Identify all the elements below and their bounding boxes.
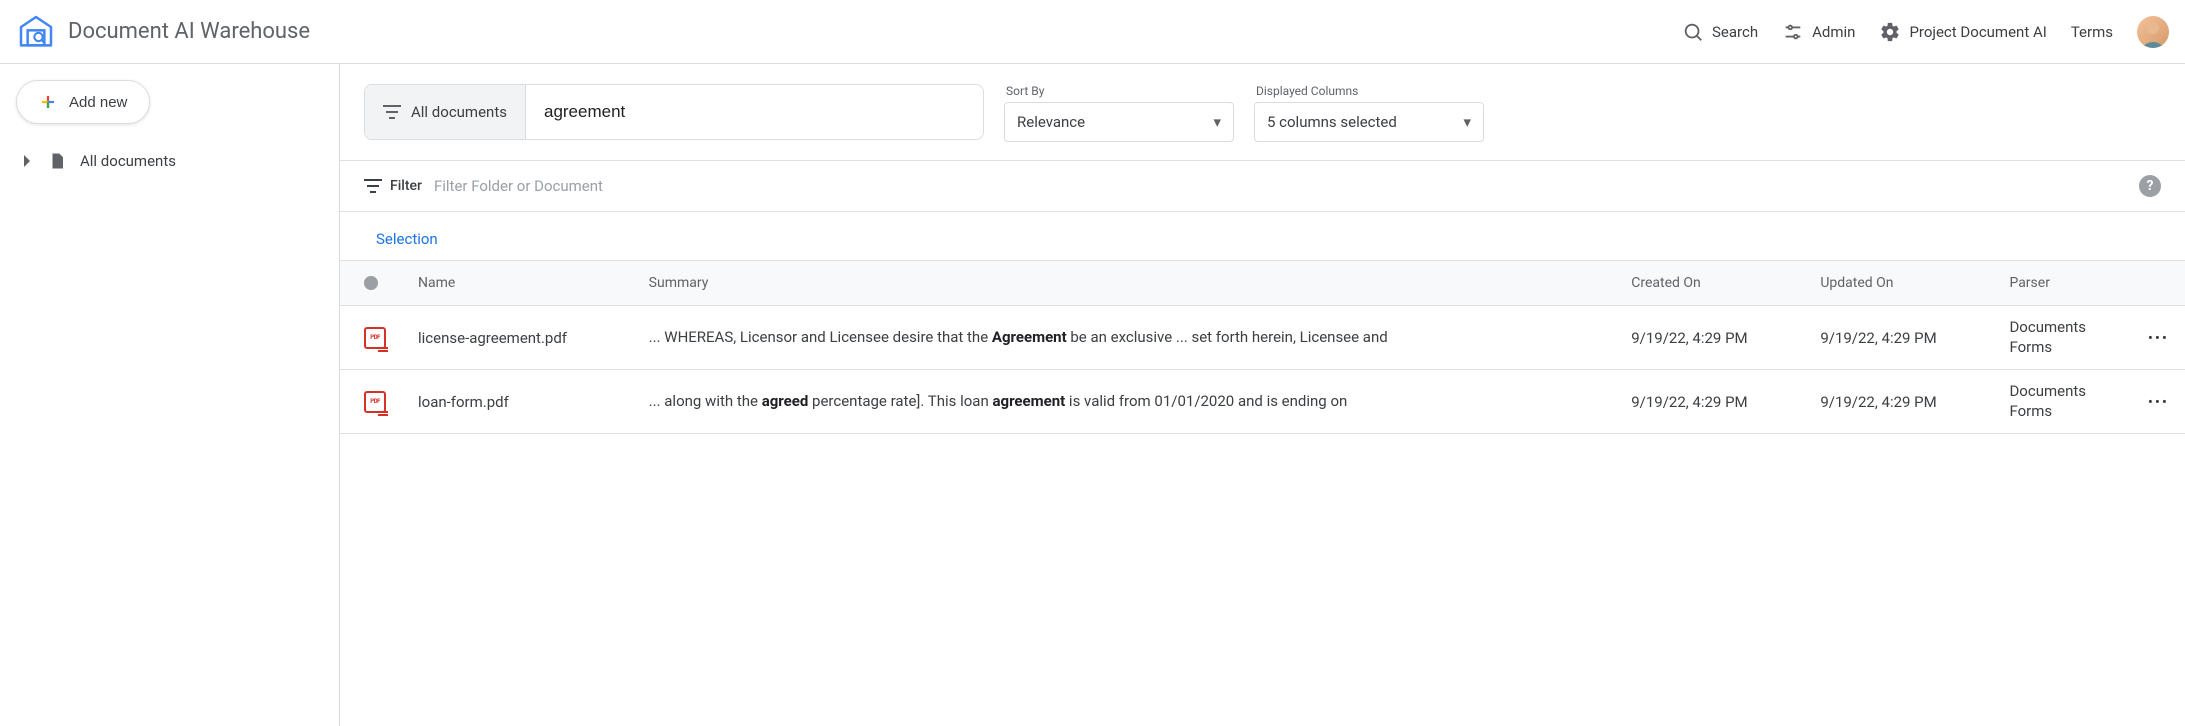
header-project-label: Project Document AI (1909, 23, 2046, 41)
search-scope-selector[interactable]: All documents (365, 85, 526, 139)
filter-toggle[interactable]: Filter (364, 178, 422, 194)
col-header-updated[interactable]: Updated On (1804, 261, 1993, 306)
file-name: loan-form.pdf (418, 393, 509, 411)
table-row[interactable]: license-agreement.pdf ... WHEREAS, Licen… (340, 306, 2185, 370)
app-header: Document AI Warehouse Search Admin Proj (0, 0, 2185, 64)
table-row[interactable]: loan-form.pdf ... along with the agreed … (340, 370, 2185, 434)
add-new-button[interactable]: Add new (16, 80, 150, 124)
updated-on: 9/19/22, 4:29 PM (1804, 306, 1993, 370)
summary-text: ... along with the agreed percentage rat… (649, 391, 1600, 412)
sidebar: Add new All documents (0, 64, 340, 726)
more-icon: ••• (2148, 393, 2169, 411)
col-header-parser[interactable]: Parser (1993, 261, 2131, 306)
columns-label: Displayed Columns (1254, 84, 1484, 98)
header-admin-button[interactable]: Admin (1782, 21, 1855, 43)
row-actions-menu[interactable]: ••• (2132, 370, 2185, 434)
app-logo-icon (16, 12, 56, 52)
header-terms-link[interactable]: Terms (2071, 23, 2113, 41)
updated-on: 9/19/22, 4:29 PM (1804, 370, 1993, 434)
pdf-icon (364, 391, 386, 413)
columns-value: 5 columns selected (1267, 113, 1397, 131)
help-icon[interactable]: ? (2139, 175, 2161, 197)
sidebar-item-label: All documents (80, 152, 176, 170)
select-all-toggle[interactable] (364, 276, 386, 290)
chevron-right-icon (22, 155, 34, 167)
filter-placeholder[interactable]: Filter Folder or Document (434, 177, 603, 195)
filter-list-icon (383, 105, 401, 119)
add-new-label: Add new (69, 94, 127, 111)
more-icon: ••• (2148, 329, 2169, 347)
row-actions-menu[interactable]: ••• (2132, 306, 2185, 370)
tab-selection[interactable]: Selection (364, 222, 450, 260)
header-search-button[interactable]: Search (1682, 21, 1758, 43)
created-on: 9/19/22, 4:29 PM (1615, 370, 1804, 434)
user-avatar[interactable] (2137, 16, 2169, 48)
col-header-created[interactable]: Created On (1615, 261, 1804, 306)
logo-block: Document AI Warehouse (16, 12, 310, 52)
tune-icon (1782, 21, 1804, 43)
filter-label-text: Filter (390, 178, 422, 194)
search-input[interactable] (526, 85, 983, 139)
col-header-name[interactable]: Name (402, 261, 633, 306)
search-container: All documents (364, 84, 984, 140)
app-title: Document AI Warehouse (68, 19, 310, 44)
main-content: All documents Sort By Relevance ▾ Displa… (340, 64, 2185, 726)
results-table: Name Summary Created On Updated On Parse… (340, 261, 2185, 434)
created-on: 9/19/22, 4:29 PM (1615, 306, 1804, 370)
sort-by-dropdown[interactable]: Relevance ▾ (1004, 102, 1234, 142)
columns-dropdown[interactable]: 5 columns selected ▾ (1254, 102, 1484, 142)
dropdown-arrow-icon: ▾ (1213, 113, 1221, 131)
header-admin-label: Admin (1812, 23, 1855, 41)
summary-text: ... WHEREAS, Licensor and Licensee desir… (649, 327, 1600, 348)
gear-icon (1879, 21, 1901, 43)
header-search-label: Search (1712, 23, 1758, 41)
dropdown-arrow-icon: ▾ (1463, 113, 1471, 131)
header-terms-label: Terms (2071, 23, 2113, 41)
parser-cell: DocumentsForms (2009, 382, 2115, 421)
col-header-summary[interactable]: Summary (633, 261, 1616, 306)
plus-icon (39, 93, 57, 111)
search-scope-label: All documents (411, 103, 507, 121)
pdf-icon (364, 327, 386, 349)
parser-cell: DocumentsForms (2009, 318, 2115, 357)
search-icon (1682, 21, 1704, 43)
sidebar-item-all-documents[interactable]: All documents (12, 146, 327, 176)
header-project-button[interactable]: Project Document AI (1879, 21, 2046, 43)
filter-icon (364, 179, 382, 193)
file-name: license-agreement.pdf (418, 329, 567, 347)
sort-by-label: Sort By (1004, 84, 1234, 98)
document-icon (48, 152, 66, 170)
header-actions: Search Admin Project Document AI Terms (1682, 16, 2169, 48)
sort-by-value: Relevance (1017, 113, 1085, 131)
